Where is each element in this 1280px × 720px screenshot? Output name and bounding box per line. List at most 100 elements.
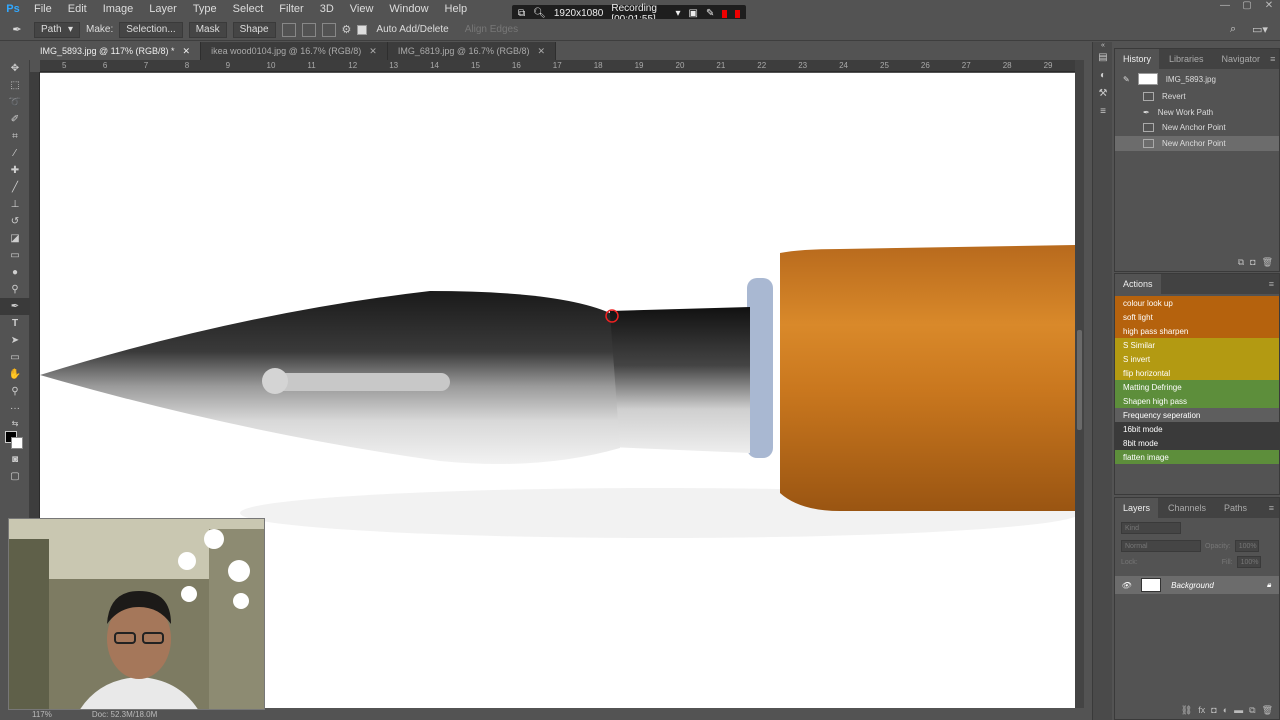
clone-stamp-tool-icon[interactable]: ⊥ (0, 196, 30, 213)
camera-icon[interactable]: ▣ (688, 8, 697, 19)
type-tool-icon[interactable]: T (0, 315, 30, 332)
blend-mode-select[interactable]: Normal (1121, 540, 1201, 552)
tab-channels[interactable]: Channels (1160, 498, 1214, 518)
fill-field[interactable]: 100% (1236, 556, 1261, 568)
close-icon[interactable]: ✕ (369, 46, 377, 57)
layer-row-background[interactable]: 👁︎ Background 🔒︎ (1115, 576, 1279, 594)
background-color[interactable] (11, 437, 23, 449)
history-item[interactable]: Revert (1115, 89, 1279, 105)
more-tools-icon[interactable]: ··· (0, 400, 30, 417)
dodge-tool-icon[interactable]: ⚲ (0, 281, 30, 298)
path-operations-icon[interactable] (281, 22, 296, 37)
mask-button[interactable]: Mask (188, 21, 227, 38)
action-item[interactable]: 8bit mode (1115, 436, 1279, 450)
tab-actions[interactable]: Actions (1115, 274, 1161, 294)
tab-libraries[interactable]: Libraries (1161, 49, 1212, 69)
action-item[interactable]: S Similar (1115, 338, 1279, 352)
tab-img-5893[interactable]: IMG_5893.jpg @ 117% (RGB/8) * ✕ (30, 42, 202, 60)
tab-img-6819[interactable]: IMG_6819.jpg @ 16.7% (RGB/8) ✕ (387, 42, 557, 60)
path-select-tool-icon[interactable]: ➤ (0, 332, 30, 349)
panel-menu-icon[interactable]: ≡ (1269, 279, 1279, 289)
menu-view[interactable]: View (342, 3, 382, 15)
history-item[interactable]: New Anchor Point (1115, 120, 1279, 136)
color-panel-icon[interactable]: ◐ (1093, 70, 1113, 88)
pen-tool-icon[interactable]: ✒ (6, 23, 28, 36)
screen-mode-icon[interactable]: ▢ (0, 468, 30, 485)
path-arrangement-icon[interactable] (321, 22, 336, 37)
menu-file[interactable]: File (26, 3, 60, 15)
snapshot-camera-icon[interactable]: ◘ (1250, 257, 1255, 271)
fx-icon[interactable]: fx (1198, 705, 1205, 719)
scrollbar-thumb[interactable] (1077, 330, 1082, 430)
opacity-field[interactable]: 100% (1234, 540, 1259, 552)
hand-tool-icon[interactable]: ✋ (0, 366, 30, 383)
tab-paths[interactable]: Paths (1216, 498, 1255, 518)
move-tool-icon[interactable]: ✥ (0, 60, 30, 77)
action-item[interactable]: soft light (1115, 310, 1279, 324)
close-icon[interactable]: ✕ (183, 46, 191, 57)
gradient-tool-icon[interactable]: ▭ (0, 247, 30, 264)
new-document-icon[interactable]: ⧉ (1238, 257, 1244, 271)
tab-history[interactable]: History (1115, 49, 1160, 69)
menu-help[interactable]: Help (437, 3, 476, 15)
history-brush-tool-icon[interactable]: ↺ (0, 213, 30, 230)
history-item[interactable]: New Anchor Point (1115, 135, 1279, 151)
action-item[interactable]: high pass sharpen (1115, 324, 1279, 338)
adjustment-icon[interactable]: ◐ (1223, 705, 1228, 719)
menu-window[interactable]: Window (381, 3, 436, 15)
action-item[interactable]: Shapen high pass (1115, 394, 1279, 408)
zoom-icon[interactable]: 🔍︎ (533, 8, 546, 19)
new-layer-icon[interactable]: ⧉ (1249, 705, 1255, 719)
eyedropper-tool-icon[interactable]: ⁄ (0, 145, 30, 162)
action-item[interactable]: flatten image (1115, 450, 1279, 464)
dropdown-icon[interactable]: ▾ (675, 8, 680, 19)
eraser-tool-icon[interactable]: ◪ (0, 230, 30, 247)
action-item[interactable]: 16bit mode (1115, 422, 1279, 436)
action-item[interactable]: Frequency seperation (1115, 408, 1279, 422)
brush-tool-icon[interactable]: ╱ (0, 179, 30, 196)
blur-tool-icon[interactable]: ● (0, 264, 30, 281)
close-icon[interactable]: ✕ (538, 46, 546, 57)
healing-brush-tool-icon[interactable]: ✚ (0, 162, 30, 179)
menu-edit[interactable]: Edit (60, 3, 95, 15)
menu-image[interactable]: Image (95, 3, 142, 15)
quick-select-tool-icon[interactable]: ✐ (0, 111, 30, 128)
search-icon[interactable]: ⌕ (1230, 23, 1236, 36)
action-item[interactable]: S invert (1115, 352, 1279, 366)
minimize-button[interactable]: — (1214, 0, 1236, 16)
menu-type[interactable]: Type (185, 3, 225, 15)
brush-source-icon[interactable]: ✎ (1123, 75, 1130, 84)
quick-mask-icon[interactable]: ◙ (0, 451, 30, 468)
layer-filter-kind[interactable]: Kind (1121, 522, 1181, 534)
selection-button[interactable]: Selection... (119, 21, 183, 38)
swap-colors-icon[interactable]: ⇆ (0, 417, 30, 429)
maximize-button[interactable]: ▢ (1236, 0, 1258, 16)
crop-tool-icon[interactable]: ⌗ (0, 128, 30, 145)
action-item[interactable]: colour look up (1115, 296, 1279, 310)
folder-icon[interactable]: ▬ (1234, 705, 1243, 719)
tab-navigator[interactable]: Navigator (1214, 49, 1269, 69)
history-item[interactable]: ✒ New Work Path (1115, 105, 1279, 121)
mask-icon[interactable]: ◘ (1211, 705, 1216, 719)
shape-button[interactable]: Shape (232, 21, 276, 38)
trash-icon[interactable]: 🗑︎ (1262, 705, 1273, 719)
close-button[interactable]: ✕ (1258, 0, 1280, 16)
panel-menu-icon[interactable]: ≡ (1270, 54, 1280, 64)
auto-add-delete-checkbox[interactable] (357, 24, 368, 35)
lasso-tool-icon[interactable]: ➰ (0, 94, 30, 111)
gear-icon[interactable]: ⚙ (342, 23, 352, 36)
trash-icon[interactable]: 🗑︎ (1262, 257, 1273, 271)
collapse-icon[interactable]: « (1093, 42, 1113, 52)
history-snapshot[interactable]: ✎ IMG_5893.jpg (1115, 69, 1279, 89)
link-icon[interactable]: ⛓ (1181, 705, 1192, 719)
pencil-icon[interactable]: ✎ (706, 8, 714, 19)
workspace-icon[interactable]: ▭▾ (1252, 23, 1268, 36)
tool-mode-select[interactable]: Path ▾ (34, 21, 80, 38)
screen-icon[interactable]: ⧉ (518, 8, 525, 19)
pause-icon[interactable] (722, 9, 728, 18)
color-swatches[interactable] (0, 429, 29, 451)
adjustments-panel-icon[interactable]: ≡ (1093, 106, 1113, 124)
eye-icon[interactable]: 👁︎ (1121, 581, 1131, 590)
action-item[interactable]: Matting Defringe (1115, 380, 1279, 394)
tab-layers[interactable]: Layers (1115, 498, 1159, 518)
